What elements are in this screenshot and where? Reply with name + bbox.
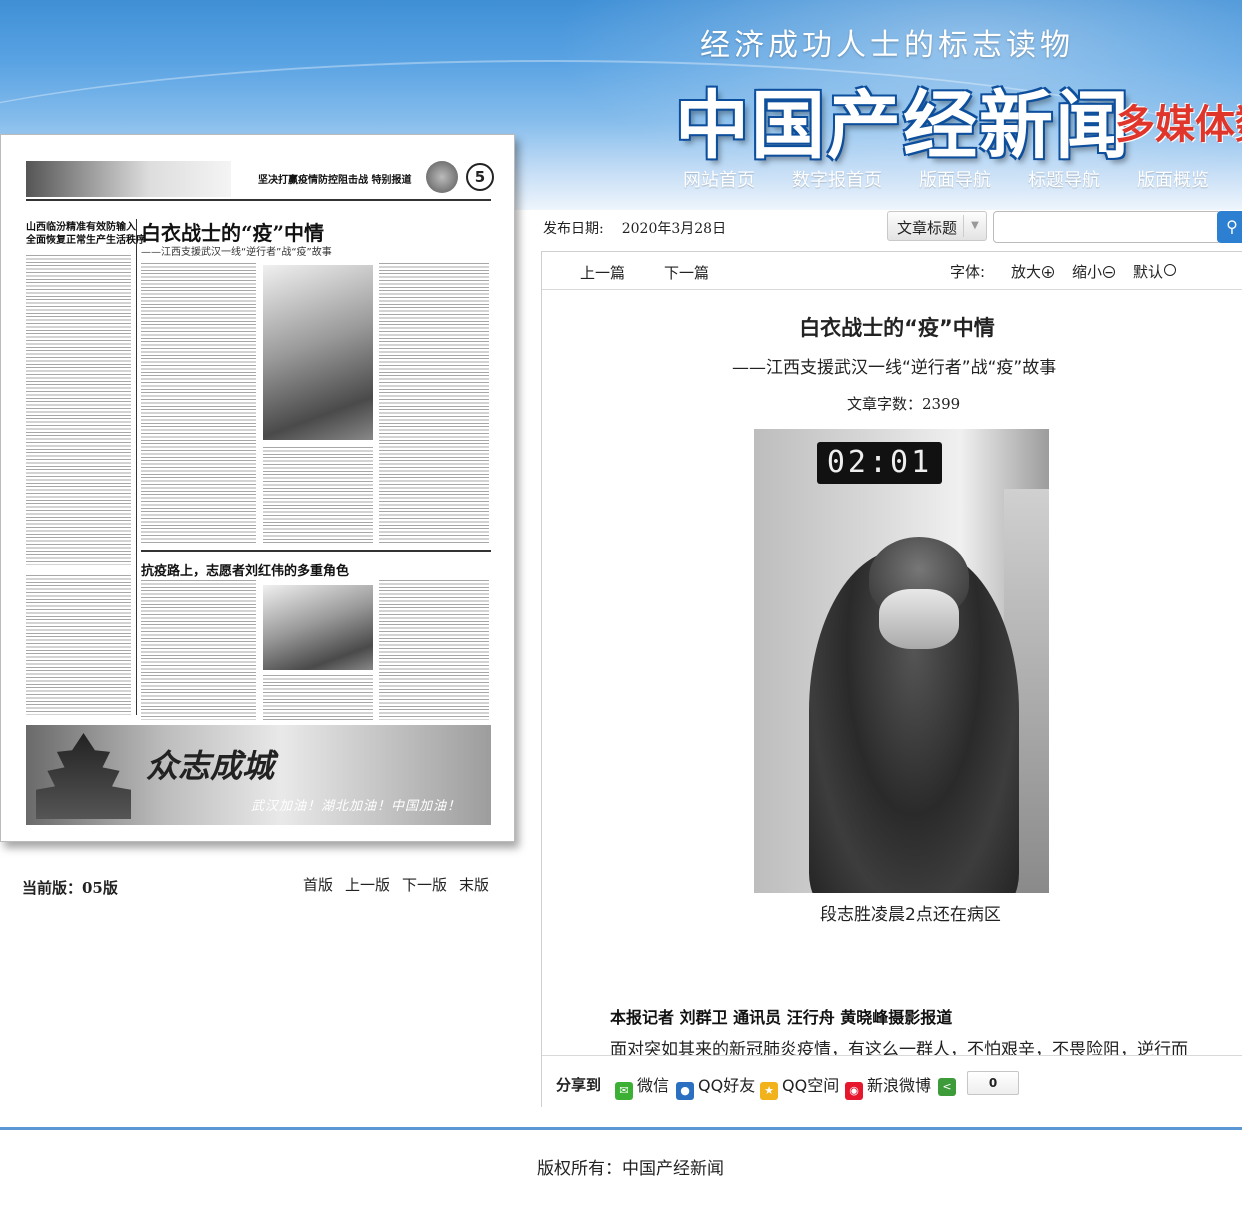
second-story-headline[interactable]: 抗疫路上，志愿者刘红伟的多重角色 [141, 560, 349, 579]
article-body-text: 面对突如其来的新冠肺炎疫情，有这么一群人，不怕艰辛，不畏险阻，逆行而 [610, 1040, 1188, 1055]
article-byline: 本报记者 刘群卫 通讯员 汪行舟 黄晓峰摄影报道 [610, 1008, 953, 1027]
site-logo-subtitle: 多媒体数 [1115, 102, 1242, 148]
share-label: 分享到 [556, 1076, 602, 1094]
qq-icon: ● [676, 1082, 694, 1100]
top-navigation: 网站首页 数字报首页 版面导航 标题导航 版面概览 [663, 158, 1242, 200]
article-text-col1 [141, 263, 256, 543]
next-page-link[interactable]: 下一版 [402, 876, 447, 894]
page-masthead: 坚决打赢疫情防控阻击战 特别报道 5 [26, 159, 494, 201]
masthead-title: 坚决打赢疫情防控阻击战 特别报道 [258, 175, 412, 186]
nav-page-navigation[interactable]: 版面导航 [919, 166, 991, 192]
next-article-link[interactable]: 下一篇 [664, 262, 709, 283]
share-more[interactable]: < [938, 1072, 960, 1096]
article-word-count: 文章字数：2399 [847, 395, 961, 413]
share-qzone[interactable]: ★ QQ空间 [760, 1072, 839, 1100]
share-icon: < [938, 1078, 956, 1096]
lead-story-headline[interactable]: 山西临汾精准有效防输入 全面恢复正常生产生活秩序 [26, 221, 146, 247]
search-field-selected: 文章标题 [897, 219, 958, 237]
banner-title: 众志成城 [146, 747, 275, 785]
page-headline[interactable]: 白衣战士的“疫”中情 [141, 217, 324, 246]
nav-page-overview[interactable]: 版面概览 [1137, 166, 1209, 192]
section-rule [141, 550, 491, 552]
article-text-col2 [263, 447, 373, 543]
second-story-text2 [263, 675, 373, 720]
zoom-out-label: 缩小 [1072, 263, 1103, 281]
prev-page-link[interactable]: 上一版 [345, 876, 390, 894]
second-story-text1 [141, 580, 256, 720]
circle-icon [1164, 264, 1177, 276]
last-page-link[interactable]: 末版 [459, 876, 489, 894]
banner-slogan: 武汉加油！湖北加油！中国加油！ [251, 799, 462, 814]
article-text-col3 [379, 263, 489, 543]
plus-circle-icon: + [1042, 266, 1055, 279]
nav-title-navigation[interactable]: 标题导航 [1028, 166, 1100, 192]
newspaper-page-image[interactable]: 坚决打赢疫情防控阻击战 特别报道 5 山西临汾精准有效防输入 全面恢复正常生产生… [0, 134, 515, 842]
article-title: 白衣战士的“疫”中情 [799, 316, 995, 340]
zoom-in-label: 放大 [1011, 263, 1042, 281]
minus-circle-icon: − [1103, 266, 1116, 279]
zoom-in-button[interactable]: 放大 + [1011, 261, 1055, 282]
column-divider [136, 219, 137, 715]
share-wechat-label: 微信 [637, 1076, 670, 1095]
tower-illustration [36, 733, 131, 819]
site-logo-title: 中国产经新闻 [675, 83, 1131, 169]
share-bar: 分享到 ✉ 微信 ● QQ好友 ★ QQ空间 ◉ 新浪微博 < 0 [542, 1055, 1242, 1108]
share-wechat[interactable]: ✉ 微信 [615, 1072, 669, 1100]
current-page-label: 当前版：05版 [22, 879, 118, 897]
share-qq-label: QQ好友 [698, 1076, 756, 1095]
share-weibo-label: 新浪微博 [867, 1076, 932, 1095]
article-photo-thumb [263, 265, 373, 440]
lead-story-line1: 山西临汾精准有效防输入 [26, 222, 136, 233]
weibo-icon: ◉ [845, 1082, 863, 1100]
publish-date-label: 发布日期: [543, 221, 604, 237]
second-story-photo [263, 585, 373, 670]
photo-caption: 段志胜凌晨2点还在病区 [820, 905, 1001, 925]
lead-story-text [26, 255, 131, 565]
search-field-select[interactable]: 文章标题 ▼ [887, 211, 987, 241]
article-toolbar: 上一篇 下一篇 字体: 放大 + 缩小 − 默认 [542, 252, 1242, 290]
nav-digital-paper-home[interactable]: 数字报首页 [792, 166, 882, 192]
lead-story-line2: 全面恢复正常生产生活秩序 [26, 235, 146, 246]
heart-emblem-icon [426, 161, 458, 193]
default-size-label: 默认 [1133, 263, 1164, 281]
share-weibo[interactable]: ◉ 新浪微博 [845, 1072, 931, 1100]
masthead-photo [26, 161, 231, 197]
nav-home[interactable]: 网站首页 [683, 166, 755, 192]
search-input[interactable] [993, 211, 1221, 243]
page-pager: 首版 上一版 下一版 末版 [303, 874, 501, 895]
article-photo: 02:01 [754, 429, 1049, 893]
header-slogan: 经济成功人士的标志读物 [700, 28, 1074, 63]
first-page-link[interactable]: 首版 [303, 876, 333, 894]
photo-face-shield [879, 589, 959, 649]
share-qzone-label: QQ空间 [782, 1076, 840, 1095]
publish-date-value: 2020年3月28日 [621, 221, 727, 237]
publish-date-row: 发布日期: 2020年3月28日 [543, 218, 726, 238]
default-size-button[interactable]: 默认 [1133, 261, 1177, 282]
photo-wall-clock: 02:01 [817, 442, 942, 484]
zoom-out-button[interactable]: 缩小 − [1072, 261, 1116, 282]
slogan-banner: 众志成城 武汉加油！湖北加油！中国加油！ [26, 725, 491, 825]
page-number-badge: 5 [466, 163, 494, 191]
font-size-label: 字体: [950, 263, 986, 281]
prev-article-link[interactable]: 上一篇 [580, 262, 625, 283]
lead-story-text-2 [26, 575, 131, 715]
article-panel: 上一篇 下一篇 字体: 放大 + 缩小 − 默认 白衣战士的“疫”中情 ——江西支援… [541, 251, 1242, 1108]
search-icon[interactable]: ⚲ [1217, 211, 1242, 243]
share-qq-friend[interactable]: ● QQ好友 [676, 1072, 755, 1100]
qzone-star-icon: ★ [760, 1082, 778, 1100]
footer-divider [0, 1127, 1242, 1130]
wechat-icon: ✉ [615, 1082, 633, 1100]
share-count: 0 [967, 1071, 1019, 1095]
footer-copyright: 版权所有：中国产经新闻 [537, 1159, 724, 1179]
chevron-down-icon: ▼ [963, 215, 986, 237]
second-story-text3 [379, 580, 489, 720]
page-subheadline: ——江西支援武汉一线“逆行者”战“疫”故事 [141, 247, 332, 258]
article-subtitle: ——江西支援武汉一线“逆行者”战“疫”故事 [732, 358, 1057, 378]
